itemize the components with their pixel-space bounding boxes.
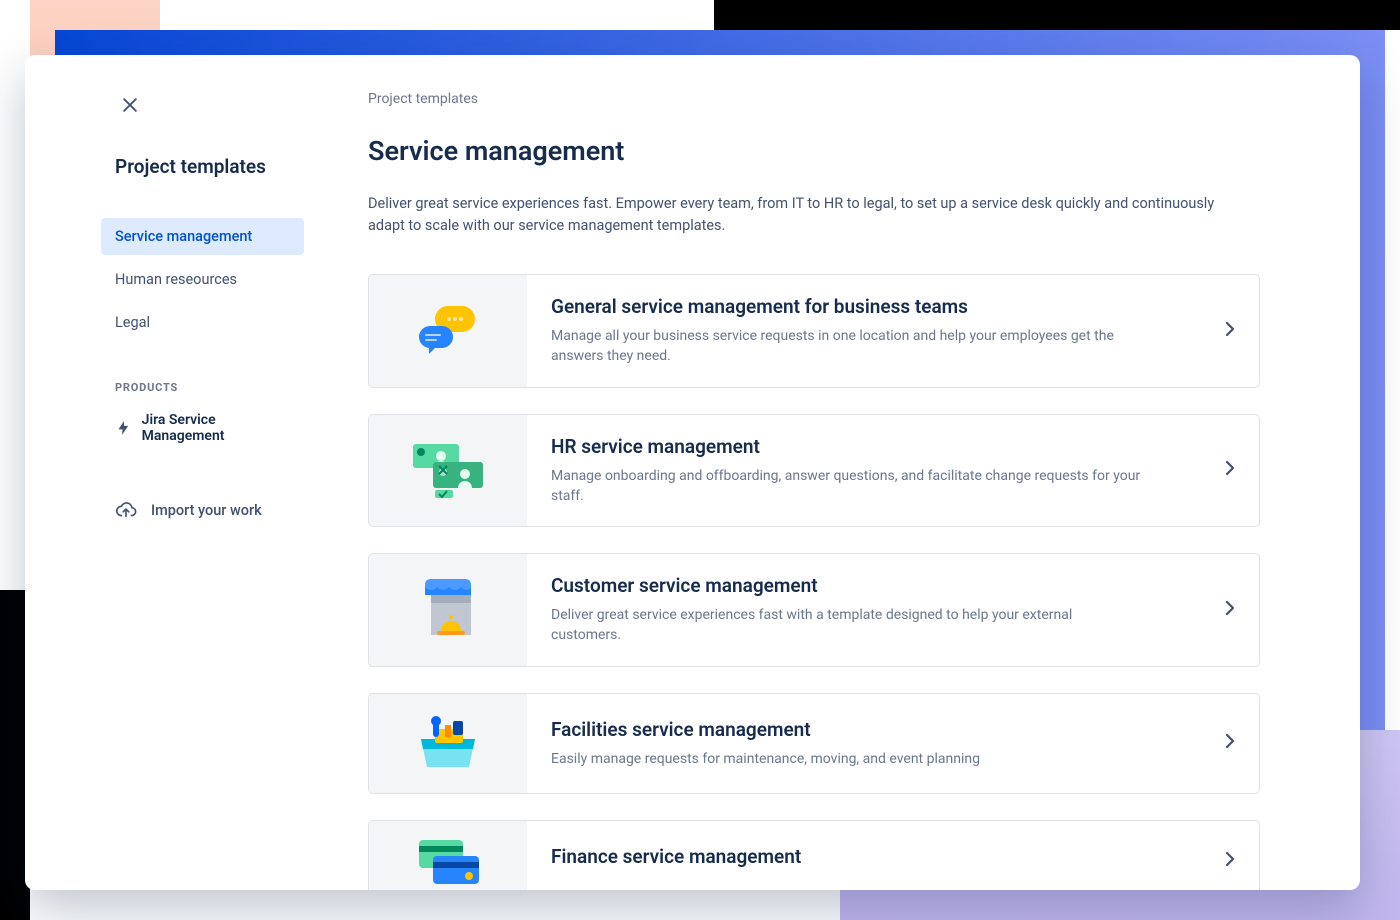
chevron-right-icon xyxy=(1225,460,1235,480)
chat-bubbles-icon xyxy=(411,302,485,360)
import-your-work[interactable]: Import your work xyxy=(25,499,320,521)
main-content: Project templates Service management Del… xyxy=(320,55,1360,890)
card-body: HR service management Manage onboarding … xyxy=(527,415,1259,527)
page-description: Deliver great service experiences fast. … xyxy=(368,193,1238,238)
card-description: Manage all your business service request… xyxy=(551,326,1141,367)
sidebar-nav: Service management Human reseources Lega… xyxy=(25,218,320,341)
chevron-right-icon xyxy=(1225,321,1235,341)
sidebar-item-service-management[interactable]: Service management xyxy=(101,218,304,255)
product-label: Jira Service Management xyxy=(142,412,290,444)
card-title: HR service management xyxy=(551,435,1235,458)
storefront-bell-icon xyxy=(413,579,483,641)
card-body: General service management for business … xyxy=(527,275,1259,387)
toolbox-icon xyxy=(413,715,483,771)
template-card-general-service[interactable]: General service management for business … xyxy=(368,274,1260,388)
jira-lightning-icon xyxy=(115,419,132,437)
card-thumb xyxy=(369,415,527,527)
cloud-upload-icon xyxy=(115,499,137,521)
sidebar-item-label: Legal xyxy=(115,314,150,331)
card-thumb xyxy=(369,554,527,666)
product-jira-service-management[interactable]: Jira Service Management xyxy=(25,412,320,444)
card-title: General service management for business … xyxy=(551,295,1235,318)
sidebar-title: Project templates xyxy=(25,155,320,178)
card-title: Customer service management xyxy=(551,574,1235,597)
breadcrumb[interactable]: Project templates xyxy=(368,91,1260,107)
sidebar-item-label: Service management xyxy=(115,228,252,245)
sidebar-item-legal[interactable]: Legal xyxy=(101,304,304,341)
template-card-customer-service[interactable]: Customer service management Deliver grea… xyxy=(368,553,1260,667)
close-icon xyxy=(120,95,140,115)
chevron-right-icon xyxy=(1225,851,1235,871)
sidebar-item-label: Human reseources xyxy=(115,271,237,288)
bg-decor xyxy=(714,0,1400,30)
card-description: Deliver great service experiences fast w… xyxy=(551,605,1141,646)
card-thumb xyxy=(369,694,527,793)
card-description: Easily manage requests for maintenance, … xyxy=(551,749,1141,769)
template-card-list: General service management for business … xyxy=(368,274,1260,890)
card-thumb xyxy=(369,275,527,387)
chevron-right-icon xyxy=(1225,733,1235,753)
sidebar: Project templates Service management Hum… xyxy=(25,55,320,890)
people-cards-icon xyxy=(407,438,489,502)
card-title: Facilities service management xyxy=(551,718,1235,741)
modal-panel: Project templates Service management Hum… xyxy=(25,55,1360,890)
template-card-finance-service[interactable]: Finance service management xyxy=(368,820,1260,890)
sidebar-item-human-resources[interactable]: Human reseources xyxy=(101,261,304,298)
credit-cards-icon xyxy=(413,836,483,886)
template-card-hr-service[interactable]: HR service management Manage onboarding … xyxy=(368,414,1260,528)
import-label: Import your work xyxy=(151,502,262,519)
card-body: Finance service management xyxy=(527,821,1259,890)
chevron-right-icon xyxy=(1225,600,1235,620)
card-body: Customer service management Deliver grea… xyxy=(527,554,1259,666)
card-thumb xyxy=(369,821,527,890)
page-title: Service management xyxy=(368,135,1260,167)
card-title: Finance service management xyxy=(551,845,1235,868)
card-body: Facilities service management Easily man… xyxy=(527,694,1259,793)
card-description: Manage onboarding and offboarding, answe… xyxy=(551,466,1141,507)
close-button[interactable] xyxy=(110,85,150,125)
template-card-facilities-service[interactable]: Facilities service management Easily man… xyxy=(368,693,1260,794)
products-section-label: PRODUCTS xyxy=(25,381,320,394)
